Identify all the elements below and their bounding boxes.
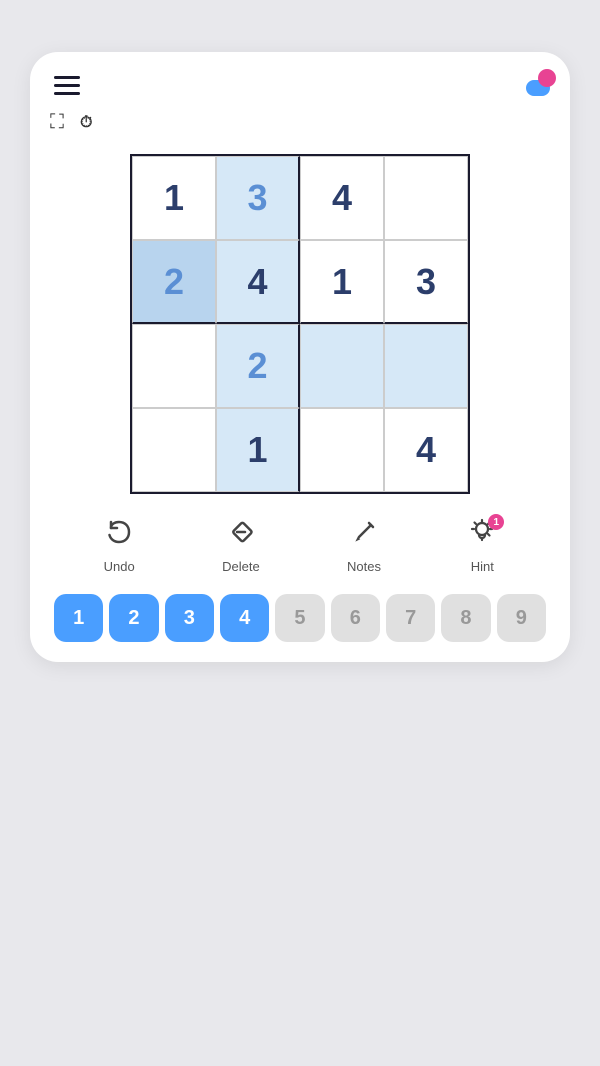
page-title — [280, 0, 320, 52]
sudoku-cell[interactable]: 4 — [300, 156, 384, 240]
app-card: ⛶ ⏱ 1342413214 UndoDeleteNotes1Hint 1234… — [30, 52, 570, 662]
num-btn-4[interactable]: 4 — [220, 594, 269, 642]
sudoku-cell[interactable]: 2 — [216, 324, 300, 408]
expand-icon[interactable]: ⛶ — [50, 111, 64, 134]
delete-icon — [227, 518, 255, 553]
num-btn-6: 6 — [331, 594, 380, 642]
sudoku-grid: 1342413214 — [130, 154, 470, 494]
tool-hint[interactable]: 1Hint — [468, 518, 496, 574]
sudoku-cell[interactable]: 1 — [132, 156, 216, 240]
tool-notes[interactable]: Notes — [347, 518, 381, 574]
header — [50, 72, 550, 99]
num-btn-7: 7 — [386, 594, 435, 642]
num-btn-8: 8 — [441, 594, 490, 642]
sudoku-cell[interactable] — [384, 324, 468, 408]
grid-container: 1342413214 — [50, 154, 550, 494]
num-btn-5: 5 — [275, 594, 324, 642]
toolbar: Undo Delete Notes 1Hint — [50, 518, 550, 574]
sudoku-cell[interactable] — [384, 156, 468, 240]
sub-header: ⛶ ⏱ — [50, 111, 550, 134]
tool-delete[interactable]: Delete — [222, 518, 260, 574]
sudoku-cell[interactable]: 4 — [216, 240, 300, 324]
check-badge — [538, 69, 556, 87]
tool-undo[interactable]: Undo — [104, 518, 135, 574]
number-pad: 123456789 — [50, 594, 550, 642]
sudoku-cell[interactable]: 1 — [300, 240, 384, 324]
notes-label: Notes — [347, 559, 381, 574]
undo-icon — [105, 518, 133, 553]
sudoku-cell[interactable]: 4 — [384, 408, 468, 492]
sudoku-cell[interactable]: 3 — [384, 240, 468, 324]
sudoku-cell[interactable]: 3 — [216, 156, 300, 240]
sudoku-cell[interactable]: 1 — [216, 408, 300, 492]
sudoku-cell[interactable]: 2 — [132, 240, 216, 324]
sudoku-cell[interactable] — [132, 324, 216, 408]
num-btn-9: 9 — [497, 594, 546, 642]
sudoku-cell[interactable] — [132, 408, 216, 492]
undo-label: Undo — [104, 559, 135, 574]
sudoku-cell[interactable] — [300, 324, 384, 408]
notes-icon — [350, 518, 378, 553]
sudoku-cell[interactable] — [300, 408, 384, 492]
timer: ⏱ — [80, 114, 98, 132]
num-btn-3[interactable]: 3 — [165, 594, 214, 642]
clock-icon: ⏱ — [80, 114, 92, 132]
num-btn-2[interactable]: 2 — [109, 594, 158, 642]
hint-label: Hint — [471, 559, 494, 574]
num-btn-1[interactable]: 1 — [54, 594, 103, 642]
check-btn-wrap — [526, 75, 550, 96]
menu-button[interactable] — [50, 72, 84, 99]
delete-label: Delete — [222, 559, 260, 574]
hint-badge: 1 — [488, 514, 504, 530]
